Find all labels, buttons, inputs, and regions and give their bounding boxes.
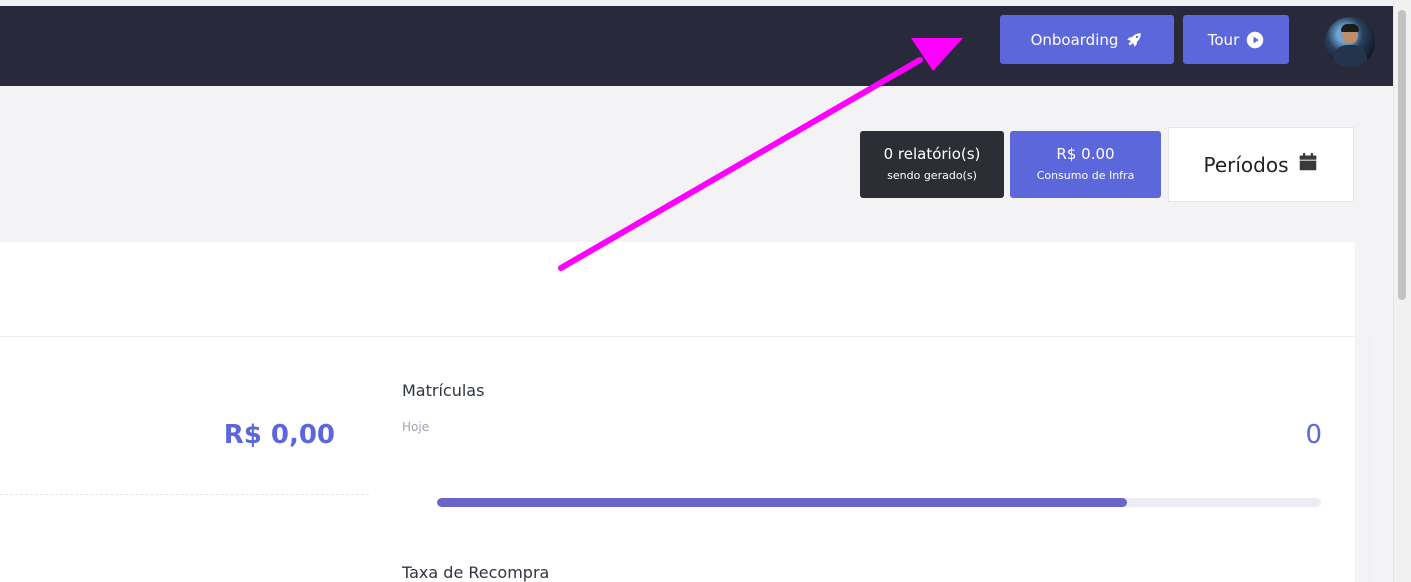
- panel-column-divider: [1369, 337, 1370, 582]
- matriculas-period: Hoje: [402, 420, 430, 434]
- infra-cost-badge[interactable]: R$ 0.00 Consumo de Infra: [1010, 131, 1161, 198]
- tour-button[interactable]: Tour: [1183, 15, 1289, 64]
- taxa-recompra-title: Taxa de Recompra: [402, 563, 550, 582]
- matriculas-progress-fill: [437, 498, 1127, 507]
- infra-cost-value: R$ 0.00: [1056, 145, 1115, 163]
- revenue-value: R$ 0,00: [223, 420, 335, 450]
- dashboard-panel: [0, 242, 1355, 582]
- tour-label: Tour: [1207, 30, 1240, 49]
- scrollbar-thumb[interactable]: [1398, 10, 1406, 300]
- play-circle-icon: [1246, 31, 1264, 49]
- periods-button[interactable]: Períodos: [1168, 127, 1354, 202]
- reports-count: 0 relatório(s): [883, 145, 981, 163]
- onboarding-label: Onboarding: [1030, 30, 1119, 49]
- dashed-divider: [0, 494, 369, 495]
- panel-divider: [0, 336, 1355, 337]
- rocket-icon: [1125, 31, 1143, 49]
- infra-cost-label: Consumo de Infra: [1036, 169, 1135, 182]
- periods-label: Períodos: [1203, 152, 1289, 177]
- user-avatar[interactable]: [1325, 17, 1375, 67]
- calendar-icon: [1297, 151, 1319, 178]
- reports-status-badge[interactable]: 0 relatório(s) sendo gerado(s): [860, 131, 1004, 198]
- top-navbar: Onboarding Tour: [0, 6, 1393, 86]
- reports-subtitle: sendo gerado(s): [887, 169, 977, 182]
- onboarding-button[interactable]: Onboarding: [1000, 15, 1174, 64]
- matriculas-value: 0: [1305, 420, 1322, 450]
- matriculas-title: Matrículas: [402, 381, 485, 400]
- matriculas-progress-bar: [437, 498, 1321, 507]
